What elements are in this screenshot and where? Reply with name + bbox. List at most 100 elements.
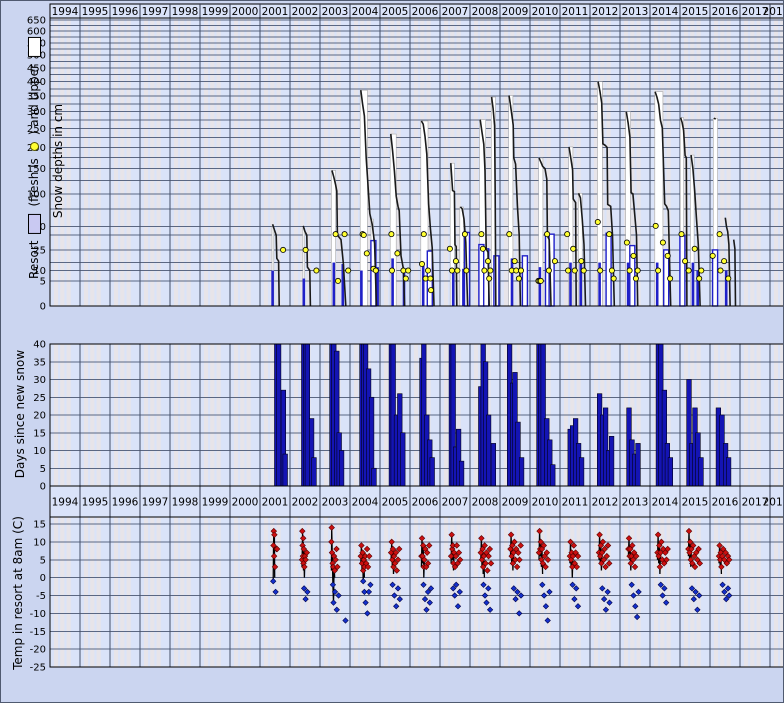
days-since-snow-bar: [668, 458, 673, 486]
month-stripe: [150, 517, 154, 667]
year-label: 2011: [562, 497, 589, 509]
year-label: 2001: [262, 497, 289, 509]
year-label: 2006: [412, 497, 439, 509]
days-since-snow-bar: [339, 451, 344, 487]
fresh-snow-marker: [683, 259, 688, 264]
days-since-snow-bar: [486, 415, 491, 486]
month-stripe: [97, 517, 101, 667]
month-stripe: [60, 517, 64, 667]
fresh-snow-marker: [453, 259, 458, 264]
fresh-snow-marker: [566, 268, 571, 273]
fresh-label-open: (fresh is: [27, 158, 41, 206]
year-label: 2012: [592, 497, 619, 509]
fresh-snow-marker: [607, 232, 612, 237]
days-since-snow-bar: [491, 443, 496, 486]
month-stripe: [90, 517, 94, 667]
month-stripe: [234, 517, 238, 667]
month-stripe: [534, 517, 538, 667]
fresh-snow-marker: [455, 268, 460, 273]
resort-label: Resort: [27, 241, 41, 279]
days-since-snow-bar: [312, 458, 317, 486]
days-since-snow-bar: [726, 458, 731, 486]
fresh-snow-marker: [516, 276, 521, 281]
fresh-snow-marker: [335, 278, 340, 283]
fresh-snow-marker: [406, 268, 411, 273]
fresh-snow-marker: [428, 276, 433, 281]
year-label: 2013: [622, 6, 649, 18]
fresh-snow-marker: [512, 259, 517, 264]
resort-depth-bar: [391, 258, 394, 306]
year-label: 2004: [352, 6, 379, 18]
y-tick-label: 40: [33, 340, 46, 351]
resort-depth-bar: [271, 271, 274, 306]
y-tick-label: -5: [36, 591, 46, 602]
fresh-snow-marker: [314, 268, 319, 273]
fresh-snow-marker: [518, 268, 523, 273]
month-stripe: [354, 517, 358, 667]
y-tick-label: -10: [30, 609, 46, 620]
year-label: 2002: [292, 6, 319, 18]
days-since-snow-bar: [401, 433, 406, 486]
days-since-snow-bar: [519, 458, 524, 486]
days-since-snow-bar: [551, 465, 556, 486]
fresh-snow-marker: [631, 253, 636, 258]
resort-depth-bar: [539, 267, 542, 306]
month-stripe: [157, 517, 161, 667]
month-stripe: [67, 517, 71, 667]
days-since-snow-bar: [579, 458, 584, 486]
month-stripe: [174, 517, 178, 667]
year-label: 2008: [472, 497, 499, 509]
year-label: 1998: [172, 497, 199, 509]
year-label: 2014: [652, 6, 679, 18]
fresh-snow-marker: [303, 247, 308, 252]
year-label: 2002: [292, 497, 319, 509]
month-stripe: [744, 517, 748, 667]
chart-canvas: 1994199519961997199819992000200120022003…: [0, 0, 784, 703]
days-since-snow-bar: [609, 436, 614, 486]
month-stripe: [247, 517, 251, 667]
resort-depth-bar: [680, 236, 685, 306]
fresh-snow-marker: [419, 261, 424, 266]
year-label: 2012: [592, 6, 619, 18]
year-label: 2001: [262, 6, 289, 18]
fresh-snow-marker: [633, 276, 638, 281]
year-label: 1998: [172, 6, 199, 18]
snow-axis-title: Snow depths in cm: [51, 104, 65, 218]
y-tick-label: 20: [33, 411, 46, 422]
month-stripe: [127, 517, 131, 667]
fresh-snow-marker: [361, 232, 366, 237]
y-tick-label: 0: [40, 482, 46, 493]
fresh-snow-marker: [679, 232, 684, 237]
y-tick-label: 0: [40, 573, 46, 584]
fresh-snow-marker: [480, 246, 485, 251]
fresh-snow-marker: [726, 276, 731, 281]
month-stripe: [120, 517, 124, 667]
upper-depth-swatch-icon: [28, 37, 41, 57]
year-label: 2005: [382, 497, 409, 509]
y-tick-label: 600: [27, 27, 46, 38]
fresh-snow-marker: [449, 268, 454, 273]
fresh-snow-marker: [717, 232, 722, 237]
y-tick-label: 5: [40, 464, 46, 475]
fresh-snow-marker: [346, 268, 351, 273]
upper-depth-line: [714, 118, 716, 119]
fresh-snow-marker: [668, 276, 673, 281]
fresh-snow-marker: [656, 268, 661, 273]
year-label: 2016: [712, 6, 739, 18]
year-label: 1996: [112, 497, 139, 509]
month-stripe: [414, 517, 418, 667]
y-tick-label: 650: [27, 16, 46, 27]
fresh-snow-marker: [479, 232, 484, 237]
chart-svg: 1994199519961997199819992000200120022003…: [1, 1, 784, 703]
fresh-snow-marker: [482, 268, 487, 273]
fresh-snow-marker: [624, 240, 629, 245]
fresh-snow-marker: [389, 268, 394, 273]
fresh-snow-marker: [598, 268, 603, 273]
resort-depth-bar: [452, 271, 455, 306]
fresh-snow-marker: [710, 253, 715, 258]
fresh-snow-marker: [572, 268, 577, 273]
year-label: 1994: [52, 6, 79, 18]
fresh-snow-marker: [464, 268, 469, 273]
month-stripe: [750, 517, 754, 667]
year-label: 2011: [562, 6, 589, 18]
